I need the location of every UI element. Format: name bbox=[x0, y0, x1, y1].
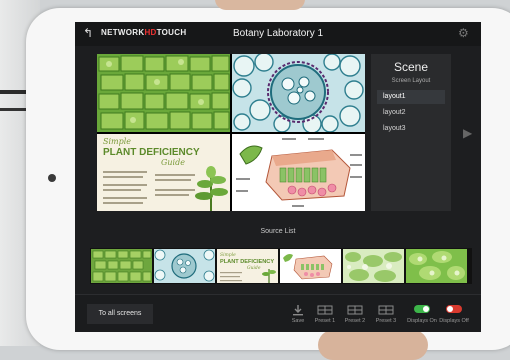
toggle-on-icon bbox=[414, 305, 430, 313]
source-thumb-leaf-cells[interactable] bbox=[91, 249, 152, 283]
source-thumb-deficiency-guide[interactable]: Simple PLANT DEFICIENCY Guide bbox=[217, 249, 278, 283]
app-screen: ↰ NETWORKHDTOUCH Botany Laboratory 1 ⚙ S… bbox=[75, 22, 481, 332]
layout-preview[interactable]: Simple PLANT DEFICIENCY Guide bbox=[97, 54, 365, 211]
displays-off-button[interactable]: Displays Off bbox=[437, 304, 471, 330]
preset-1-button[interactable]: Preset 1 bbox=[308, 304, 342, 330]
source-thumb-leaf-stomata[interactable] bbox=[406, 249, 467, 283]
poster-line-3: Guide bbox=[161, 158, 185, 167]
source-list[interactable]: Simple PLANT DEFICIENCY Guide bbox=[90, 248, 472, 284]
preset-3-button[interactable]: Preset 3 bbox=[369, 304, 403, 330]
hand bbox=[215, 0, 305, 10]
layout-grid-icon bbox=[378, 305, 394, 315]
layout-grid-icon bbox=[317, 305, 333, 315]
svg-text:PLANT DEFICIENCY: PLANT DEFICIENCY bbox=[220, 259, 274, 265]
scene-title: Scene bbox=[393, 60, 429, 74]
preset-2-button[interactable]: Preset 2 bbox=[338, 304, 372, 330]
tablet-camera bbox=[48, 174, 56, 182]
chevron-right-icon[interactable]: ▶ bbox=[463, 126, 473, 140]
preview-tile-leaf-cells[interactable] bbox=[97, 54, 230, 132]
svg-text:Simple: Simple bbox=[220, 252, 236, 258]
scene-panel: Scene Screen Layout layout1 layout2 layo… bbox=[371, 54, 451, 211]
poster-line-2: PLANT DEFICIENCY bbox=[103, 147, 200, 158]
source-thumb-leaf-closeup[interactable] bbox=[343, 249, 404, 283]
toggle-off-icon bbox=[446, 305, 462, 313]
layout-grid-icon bbox=[347, 305, 363, 315]
to-all-screens-button[interactable]: To all screens bbox=[87, 304, 153, 324]
displays-on-button[interactable]: Displays On bbox=[405, 304, 439, 330]
preview-tile-leaf-diagram[interactable] bbox=[232, 134, 365, 211]
poster-line-1: Simple bbox=[103, 137, 131, 146]
layout-item-1[interactable]: layout1 bbox=[377, 90, 445, 104]
svg-text:Guide: Guide bbox=[247, 265, 261, 271]
layout-item-2[interactable]: layout2 bbox=[377, 106, 445, 120]
source-list-label: Source List bbox=[260, 228, 296, 235]
download-icon bbox=[293, 305, 303, 316]
source-thumb-leaf-diagram[interactable] bbox=[280, 249, 341, 283]
page-title: Botany Laboratory 1 bbox=[232, 28, 324, 39]
source-thumb-stem-section[interactable] bbox=[154, 249, 215, 283]
preview-tile-stem-cross-section[interactable] bbox=[232, 54, 365, 132]
gear-icon[interactable]: ⚙ bbox=[458, 26, 472, 40]
hand bbox=[318, 330, 428, 360]
preview-tile-plant-deficiency-guide[interactable]: Simple PLANT DEFICIENCY Guide bbox=[97, 134, 230, 211]
layout-item-3[interactable]: layout3 bbox=[377, 122, 445, 136]
scene-subtitle: Screen Layout bbox=[391, 78, 431, 84]
